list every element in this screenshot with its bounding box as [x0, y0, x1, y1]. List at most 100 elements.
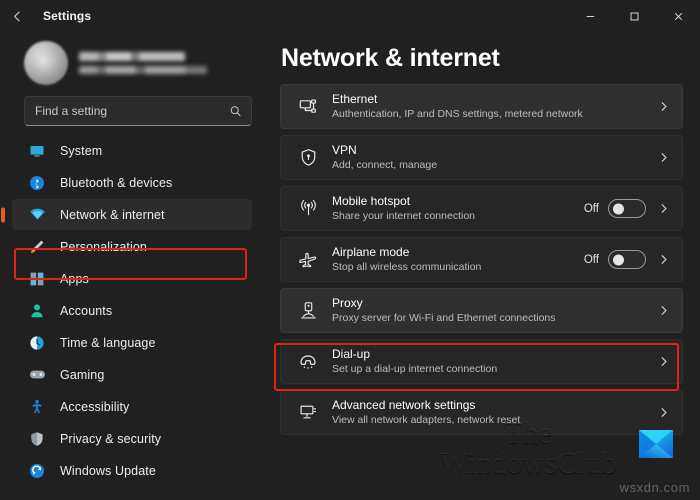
card-title: Airplane mode	[332, 245, 410, 259]
card-dial-up[interactable]: Dial-up Set up a dial-up internet connec…	[280, 339, 683, 384]
airplane-toggle[interactable]	[608, 250, 646, 269]
card-text: Mobile hotspot Share your internet conne…	[323, 194, 584, 223]
card-text: Dial-up Set up a dial-up internet connec…	[323, 347, 655, 376]
sidebar-item-label: Personalization	[60, 239, 147, 254]
clock-icon	[28, 334, 46, 352]
main-content: Network & internet Ethernet Authenticati…	[262, 32, 700, 500]
sidebar-item-label: Bluetooth & devices	[60, 175, 173, 190]
card-right	[655, 151, 671, 164]
maximize-button[interactable]	[612, 0, 656, 32]
sidebar-item-label: Accessibility	[60, 399, 130, 414]
chevron-right-icon[interactable]	[655, 355, 671, 368]
sidebar: System Bluetooth & devices	[0, 32, 262, 500]
card-title: VPN	[332, 143, 357, 157]
card-proxy[interactable]: Proxy Proxy server for Wi-Fi and Etherne…	[280, 288, 683, 333]
close-button[interactable]	[656, 0, 700, 32]
wifi-icon	[28, 206, 46, 224]
card-subtitle: Set up a dial-up internet connection	[332, 363, 498, 375]
hotspot-toggle[interactable]	[608, 199, 646, 218]
airplane-icon	[293, 250, 323, 270]
sidebar-item-bluetooth-devices[interactable]: Bluetooth & devices	[12, 167, 252, 198]
search-container	[12, 92, 252, 126]
sidebar-item-network-internet[interactable]: Network & internet	[12, 199, 252, 230]
card-subtitle: Proxy server for Wi-Fi and Ethernet conn…	[332, 312, 556, 324]
sidebar-item-label: Gaming	[60, 367, 105, 382]
maximize-icon	[629, 11, 640, 22]
title-bar: Settings	[0, 0, 700, 32]
card-ethernet[interactable]: Ethernet Authentication, IP and DNS sett…	[280, 84, 683, 129]
minimize-button[interactable]	[568, 0, 612, 32]
sidebar-item-label: Privacy & security	[60, 431, 162, 446]
sidebar-item-label: System	[60, 143, 103, 158]
card-right: Off	[584, 199, 671, 218]
sidebar-item-privacy-security[interactable]: Privacy & security	[12, 423, 252, 454]
back-arrow-icon	[10, 9, 25, 24]
sidebar-item-label: Apps	[60, 271, 89, 286]
card-subtitle: Stop all wireless communication	[332, 261, 482, 273]
update-icon	[28, 462, 46, 480]
sidebar-item-label: Windows Update	[60, 463, 156, 478]
airplane-toggle-state-label: Off	[583, 253, 599, 266]
search-input[interactable]	[35, 104, 223, 118]
card-title: Ethernet	[332, 92, 378, 106]
sidebar-item-accessibility[interactable]: Accessibility	[12, 391, 252, 422]
card-advanced-network-settings[interactable]: Advanced network settings View all netwo…	[280, 390, 683, 435]
settings-window: Settings Find a setting System Bluetooth…	[0, 0, 700, 500]
card-text: Proxy Proxy server for Wi-Fi and Etherne…	[323, 296, 655, 325]
sidebar-item-accounts[interactable]: Accounts	[12, 295, 252, 326]
apps-grid-icon	[28, 270, 46, 288]
card-title: Advanced network settings	[332, 398, 476, 412]
chevron-right-icon[interactable]	[655, 100, 671, 113]
card-vpn[interactable]: VPN Add, connect, manage	[280, 135, 683, 180]
toggle-knob	[613, 203, 624, 214]
chevron-right-icon[interactable]	[655, 253, 671, 266]
card-right	[655, 406, 671, 419]
monitor-icon	[28, 142, 46, 160]
avatar	[24, 41, 68, 85]
proxy-server-icon	[293, 301, 323, 320]
chevron-right-icon[interactable]	[655, 151, 671, 164]
hotspot-antenna-icon	[293, 199, 323, 218]
sidebar-nav: System Bluetooth & devices Network & int…	[12, 135, 252, 486]
chevron-right-icon[interactable]	[655, 304, 671, 317]
close-icon	[673, 11, 684, 22]
ethernet-icon	[293, 97, 323, 116]
card-right	[655, 304, 671, 317]
card-mobile-hotspot[interactable]: Mobile hotspot Share your internet conne…	[280, 186, 683, 231]
card-title: Mobile hotspot	[332, 194, 411, 208]
profile-name-redacted	[79, 52, 185, 61]
sidebar-item-label: Time & language	[60, 335, 156, 350]
sidebar-item-windows-update[interactable]: Windows Update	[12, 455, 252, 486]
sidebar-item-apps[interactable]: Apps	[12, 263, 252, 294]
paintbrush-icon	[28, 238, 46, 256]
search-icon	[229, 105, 242, 118]
sidebar-item-time-language[interactable]: Time & language	[12, 327, 252, 358]
window-controls	[568, 0, 700, 32]
app-title: Settings	[43, 9, 92, 23]
sidebar-item-label: Accounts	[60, 303, 113, 318]
card-right: Off	[584, 250, 671, 269]
card-right	[655, 355, 671, 368]
card-subtitle: Share your internet connection	[332, 210, 476, 222]
chevron-right-icon[interactable]	[655, 406, 671, 419]
card-title: Proxy	[332, 296, 363, 310]
sidebar-item-gaming[interactable]: Gaming	[12, 359, 252, 390]
card-text: Airplane mode Stop all wireless communic…	[323, 245, 584, 274]
profile-text	[79, 52, 207, 74]
minimize-icon	[585, 11, 596, 22]
back-button[interactable]	[0, 1, 34, 31]
card-text: VPN Add, connect, manage	[323, 143, 655, 172]
card-subtitle: Authentication, IP and DNS settings, met…	[332, 108, 583, 120]
card-airplane-mode[interactable]: Airplane mode Stop all wireless communic…	[280, 237, 683, 282]
search-box[interactable]	[24, 96, 252, 126]
sidebar-item-personalization[interactable]: Personalization	[12, 231, 252, 262]
sidebar-item-system[interactable]: System	[12, 135, 252, 166]
card-text: Ethernet Authentication, IP and DNS sett…	[323, 92, 655, 121]
vpn-shield-icon	[293, 148, 323, 167]
shield-icon	[28, 430, 46, 448]
card-text: Advanced network settings View all netwo…	[323, 398, 655, 427]
card-title: Dial-up	[332, 347, 371, 361]
user-profile[interactable]	[12, 32, 252, 92]
dialup-phone-icon	[293, 352, 323, 372]
chevron-right-icon[interactable]	[655, 202, 671, 215]
